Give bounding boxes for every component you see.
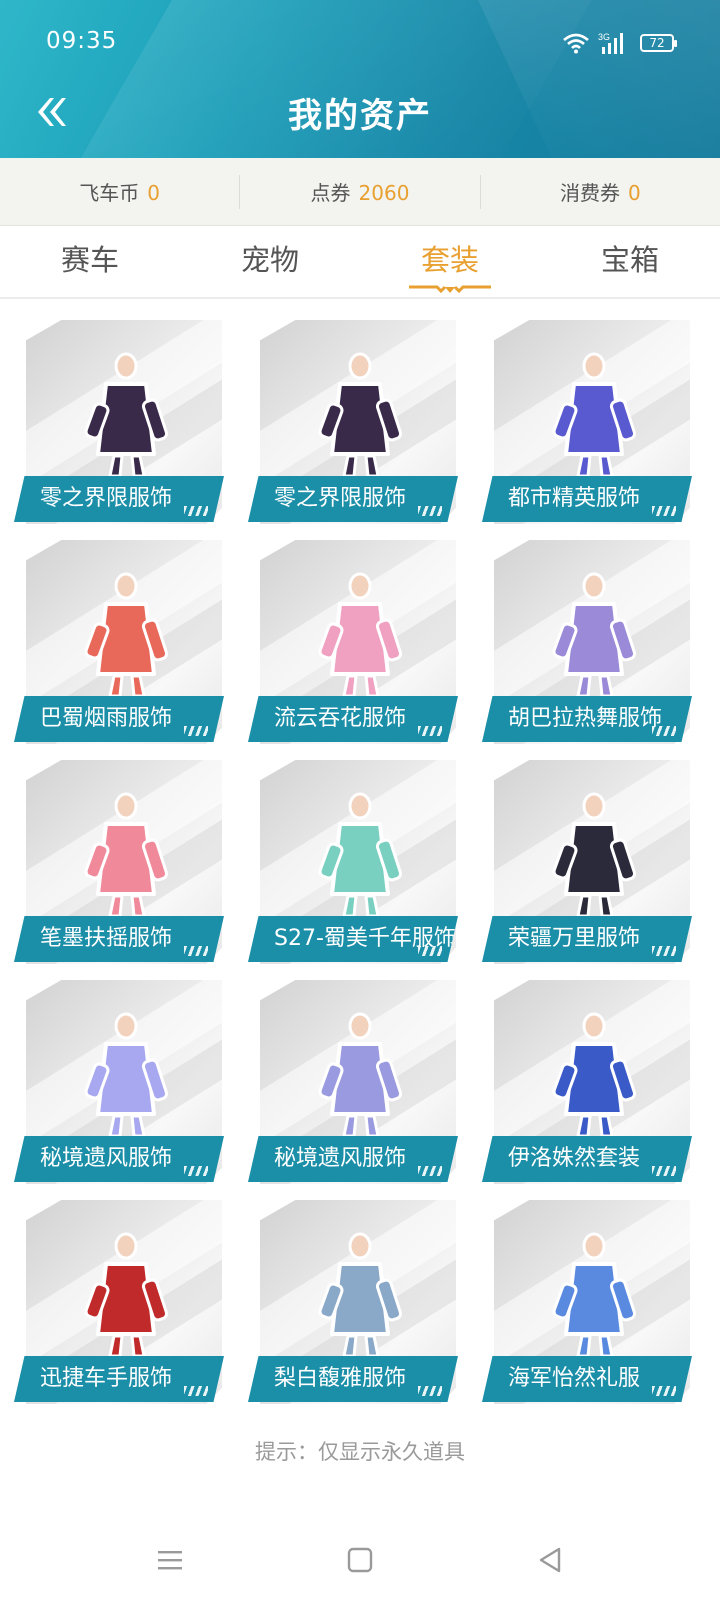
- status-time: 09:35: [46, 28, 118, 54]
- dark-armor-outfit-icon: [318, 352, 403, 478]
- asset-value: 0: [147, 181, 161, 205]
- purple-dance-outfit-icon: [552, 572, 637, 698]
- label-stripe: [418, 946, 442, 956]
- tab-outfits[interactable]: 套装: [360, 227, 540, 297]
- network-type: 3G: [598, 32, 610, 42]
- label-stripe: [184, 1166, 208, 1176]
- home-button[interactable]: [340, 1540, 380, 1580]
- asset-label: 飞车币: [79, 181, 140, 205]
- outfit-card[interactable]: 巴蜀烟雨服饰: [14, 540, 238, 744]
- label-stripe: [652, 1386, 676, 1396]
- dark-armor-outfit-icon: [84, 352, 169, 478]
- menu-icon: [158, 1551, 182, 1570]
- label-stripe: [184, 1386, 208, 1396]
- wifi-icon: [563, 33, 589, 54]
- asset-xiaofeiquan: 消费券 0: [481, 177, 720, 206]
- asset-value: 2060: [358, 181, 410, 205]
- label-stripe: [652, 946, 676, 956]
- blue-dress-outfit-icon: [552, 352, 637, 478]
- outfit-card[interactable]: 胡巴拉热舞服饰: [482, 540, 706, 744]
- outfit-grid: 零之界限服饰 零之界限服饰 都市精英服饰 巴蜀烟雨服饰 流云吞花服饰 胡巴拉热舞服饰 笔墨扶…: [14, 320, 706, 1404]
- mint-suit-outfit-icon: [318, 792, 403, 918]
- label-stripe: [418, 1166, 442, 1176]
- outfit-card[interactable]: 荣疆万里服饰: [482, 760, 706, 964]
- tab-cars[interactable]: 赛车: [0, 227, 180, 297]
- app-header: 09:35 3G 72 我的资产: [0, 0, 720, 158]
- tab-chests[interactable]: 宝箱: [540, 227, 720, 297]
- active-tab-indicator: [409, 285, 491, 294]
- label-stripe: [418, 1386, 442, 1396]
- white-suit-outfit-icon: [318, 1232, 403, 1358]
- outfit-card[interactable]: 零之界限服饰: [14, 320, 238, 524]
- label-stripe: [418, 506, 442, 516]
- outfit-card[interactable]: 零之界限服饰: [248, 320, 472, 524]
- red-dress-outfit-icon: [84, 572, 169, 698]
- category-tabs: 赛车 宠物 套装 宝箱: [0, 227, 720, 299]
- outfit-card[interactable]: 海军怡然礼服: [482, 1200, 706, 1404]
- outfit-card[interactable]: S27-蜀美千年服饰: [248, 760, 472, 964]
- page-title: 我的资产: [288, 96, 432, 136]
- battery-icon: 72: [640, 34, 677, 52]
- label-stripe: [184, 946, 208, 956]
- pink-robe-outfit-icon: [84, 792, 169, 918]
- asset-feichebi: 飞车币 0: [0, 177, 239, 206]
- asset-label: 消费券: [559, 181, 620, 205]
- outfit-card[interactable]: 迅捷车手服饰: [14, 1200, 238, 1404]
- signal-icon: 3G: [598, 32, 623, 54]
- lavender-dress-outfit-icon: [84, 1012, 169, 1138]
- menu-button[interactable]: [150, 1540, 190, 1580]
- asset-dianquan: 点券 2060: [240, 177, 479, 206]
- pink-dress-outfit-icon: [318, 572, 403, 698]
- outfit-card[interactable]: 秘境遗风服饰: [14, 980, 238, 1184]
- blonde-girl-outfit-icon: [552, 1012, 637, 1138]
- navy-dress-outfit-icon: [552, 1232, 637, 1358]
- outfit-card[interactable]: 都市精英服饰: [482, 320, 706, 524]
- outfit-card[interactable]: 伊洛姝然套装: [482, 980, 706, 1184]
- label-stripe: [652, 1166, 676, 1176]
- back-triangle-icon: [539, 1547, 561, 1573]
- label-stripe: [418, 726, 442, 736]
- home-icon: [347, 1547, 373, 1573]
- outfit-card[interactable]: 笔墨扶摇服饰: [14, 760, 238, 964]
- outfit-card[interactable]: 梨白馥雅服饰: [248, 1200, 472, 1404]
- asset-value: 0: [627, 181, 641, 205]
- outfit-card[interactable]: 流云吞花服饰: [248, 540, 472, 744]
- hint-text: 提示：仅显示永久道具: [255, 1440, 465, 1464]
- back-nav-button[interactable]: [530, 1540, 570, 1580]
- tab-label: 套装: [420, 243, 479, 277]
- label-stripe: [652, 726, 676, 736]
- outfit-card[interactable]: 秘境遗风服饰: [248, 980, 472, 1184]
- assets-bar: 飞车币 0 点券 2060 消费券 0: [0, 158, 720, 226]
- lavender-suit-outfit-icon: [318, 1012, 403, 1138]
- system-nav-bar: [0, 1520, 720, 1600]
- asset-label: 点券: [310, 181, 351, 205]
- label-stripe: [184, 726, 208, 736]
- status-icons: 3G 72: [562, 30, 677, 56]
- racer-jacket-outfit-icon: [84, 1232, 169, 1358]
- black-gown-outfit-icon: [552, 792, 637, 918]
- label-stripe: [652, 506, 676, 516]
- tab-pets[interactable]: 宠物: [180, 227, 360, 297]
- label-stripe: [184, 506, 208, 516]
